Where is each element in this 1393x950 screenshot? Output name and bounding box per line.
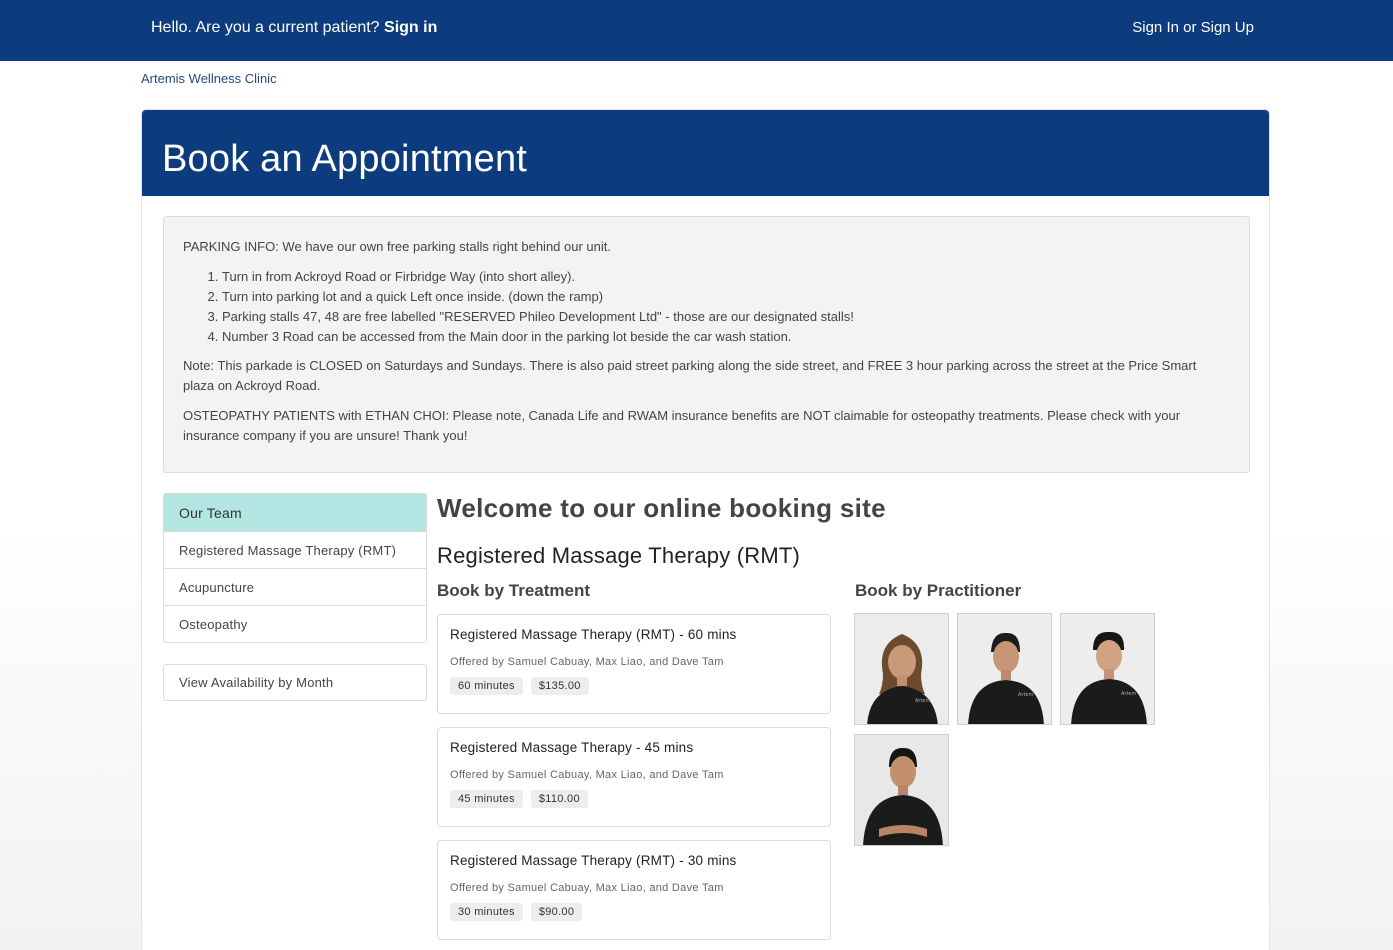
- sidebar-item-acupuncture[interactable]: Acupuncture: [164, 568, 426, 605]
- notice-step: Turn into parking lot and a quick Left o…: [222, 287, 1230, 307]
- sidebar-item-osteopathy[interactable]: Osteopathy: [164, 605, 426, 642]
- practitioner-photo[interactable]: Artem: [957, 613, 1052, 725]
- sidebar-item-rmt[interactable]: Registered Massage Therapy (RMT): [164, 531, 426, 568]
- notice-intro: PARKING INFO: We have our own free parki…: [183, 239, 611, 254]
- top-navbar: Hello. Are you a current patient? Sign i…: [0, 0, 1393, 61]
- breadcrumb[interactable]: Artemis Wellness Clinic: [141, 71, 277, 86]
- svg-text:Artem: Artem: [1018, 692, 1034, 698]
- sign-in-or-up-link[interactable]: Sign In or Sign Up: [1132, 19, 1254, 36]
- welcome-heading: Welcome to our online booking site: [437, 493, 886, 523]
- practitioner-avatar-icon: [855, 735, 948, 845]
- duration-badge: 30 minutes: [450, 903, 523, 921]
- sidebar-item-our-team[interactable]: Our Team: [164, 494, 426, 531]
- svg-text:Artem: Artem: [915, 698, 931, 704]
- notice-step: Number 3 Road can be accessed from the M…: [222, 327, 1230, 347]
- treatment-offered-by: Offered by Samuel Cabuay, Max Liao, and …: [450, 769, 724, 781]
- practitioner-photo[interactable]: [854, 734, 949, 846]
- greeting: Hello. Are you a current patient? Sign i…: [151, 19, 437, 37]
- notice-osteo: OSTEOPATHY PATIENTS with ETHAN CHOI: Ple…: [183, 408, 1181, 443]
- book-by-treatment-heading: Book by Treatment: [437, 581, 591, 600]
- treatment-card[interactable]: Registered Massage Therapy (RMT) - 30 mi…: [437, 840, 831, 940]
- parking-notice: PARKING INFO: We have our own free parki…: [163, 216, 1250, 473]
- price-badge: $90.00: [530, 903, 583, 921]
- category-sidebar: Our Team Registered Massage Therapy (RMT…: [163, 493, 427, 643]
- section-title: Registered Massage Therapy (RMT): [437, 543, 801, 568]
- practitioner-avatar-icon: Artem: [958, 614, 1051, 724]
- notice-step: Parking stalls 47, 48 are free labelled …: [222, 307, 1230, 327]
- treatment-card[interactable]: Registered Massage Therapy - 45 mins Off…: [437, 727, 831, 827]
- booking-card: Book an Appointment PARKING INFO: We hav…: [141, 109, 1270, 950]
- treatment-card[interactable]: Registered Massage Therapy (RMT) - 60 mi…: [437, 614, 831, 714]
- price-badge: $110.00: [530, 790, 588, 808]
- greeting-text: Hello. Are you a current patient?: [151, 19, 380, 36]
- treatment-offered-by: Offered by Samuel Cabuay, Max Liao, and …: [450, 882, 724, 894]
- practitioner-avatar-icon: Artem: [855, 614, 948, 724]
- notice-steps: Turn in from Ackroyd Road or Firbridge W…: [222, 267, 1230, 347]
- view-availability-button[interactable]: View Availability by Month: [163, 664, 427, 701]
- treatment-name: Registered Massage Therapy - 45 mins: [450, 740, 694, 755]
- treatment-offered-by: Offered by Samuel Cabuay, Max Liao, and …: [450, 656, 724, 668]
- page-title: Book an Appointment: [162, 138, 528, 180]
- notice-step: Turn in from Ackroyd Road or Firbridge W…: [222, 267, 1230, 287]
- card-header: Book an Appointment: [142, 110, 1269, 196]
- svg-text:Artem: Artem: [1121, 691, 1137, 697]
- treatment-name: Registered Massage Therapy (RMT) - 60 mi…: [450, 627, 737, 642]
- notice-note: Note: This parkade is CLOSED on Saturday…: [183, 358, 1197, 393]
- practitioner-photo[interactable]: Artem: [1060, 613, 1155, 725]
- practitioner-avatar-icon: Artem: [1061, 614, 1154, 724]
- price-badge: $135.00: [530, 677, 589, 695]
- sign-in-link[interactable]: Sign in: [384, 19, 437, 36]
- duration-badge: 60 minutes: [450, 677, 523, 695]
- book-by-practitioner-heading: Book by Practitioner: [855, 581, 1022, 600]
- practitioner-photo[interactable]: Artem: [854, 613, 949, 725]
- treatment-name: Registered Massage Therapy (RMT) - 30 mi…: [450, 853, 737, 868]
- duration-badge: 45 minutes: [450, 790, 523, 808]
